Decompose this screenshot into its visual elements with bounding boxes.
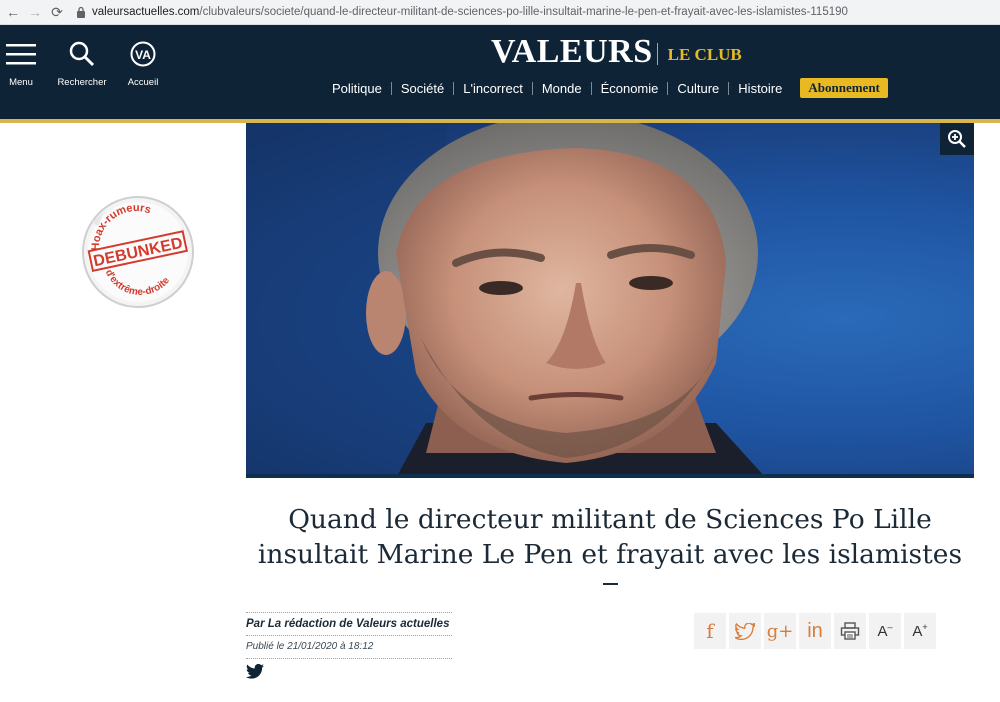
- nav-culture[interactable]: Culture: [668, 81, 728, 96]
- font-increase-button[interactable]: A+: [904, 613, 936, 649]
- print-button[interactable]: [834, 613, 866, 649]
- lock-icon: [77, 6, 85, 18]
- nav-monde[interactable]: Monde: [533, 81, 591, 96]
- logo-divider: [656, 43, 662, 65]
- url-path: /clubvaleurs/societe/quand-le-directeur-…: [199, 6, 848, 18]
- svg-text:VA: VA: [135, 48, 151, 62]
- title-line-1: Quand le directeur militant de Sciences …: [288, 504, 932, 535]
- reload-icon[interactable]: ⟳: [48, 3, 66, 21]
- zoom-button[interactable]: [940, 123, 974, 155]
- forward-arrow-icon[interactable]: →: [26, 3, 44, 21]
- hero-image: [246, 123, 974, 478]
- debunked-stamp: Hoax-rumeurs DEBUNKED d'extrême-droite: [82, 196, 194, 308]
- search-button[interactable]: Rechercher: [57, 25, 107, 95]
- nav-societe[interactable]: Société: [392, 81, 453, 96]
- nav-lincorrect[interactable]: L'incorrect: [454, 81, 532, 96]
- title-dash: [603, 583, 618, 585]
- va-home-icon: VA: [130, 41, 156, 67]
- zoom-in-icon: [948, 130, 966, 148]
- browser-bar: ← → ⟳ valeursactuelles.com/clubvaleurs/s…: [0, 0, 1000, 25]
- share-bar: f g+ in A– A+: [694, 613, 936, 649]
- twitter-outline-icon: [735, 622, 755, 640]
- linkedin-icon: in: [807, 619, 823, 642]
- home-button[interactable]: VA Accueil: [125, 25, 161, 95]
- twitter-share-button[interactable]: [729, 613, 761, 649]
- search-icon: [69, 41, 95, 67]
- nav-politique[interactable]: Politique: [323, 81, 391, 96]
- article-author[interactable]: Par La rédaction de Valeurs actuelles: [246, 613, 452, 635]
- title-line-2: insultait Marine Le Pen et frayait avec …: [257, 539, 963, 570]
- search-label: Rechercher: [57, 77, 107, 88]
- subscribe-button[interactable]: Abonnement: [800, 78, 888, 98]
- print-icon: [840, 622, 860, 640]
- font-decrease-icon: A–: [877, 622, 893, 640]
- google-plus-icon: g+: [766, 620, 794, 642]
- site-header: Menu Rechercher VA Accueil VALEURS LE CL…: [0, 25, 1000, 123]
- menu-label: Menu: [9, 77, 33, 88]
- back-arrow-icon[interactable]: ←: [4, 3, 22, 21]
- site-logo[interactable]: VALEURS LE CLUB: [491, 35, 742, 69]
- twitter-icon[interactable]: [246, 663, 264, 679]
- article-meta: Par La rédaction de Valeurs actuelles Pu…: [246, 612, 452, 684]
- facebook-icon: f: [706, 619, 714, 643]
- hero-bottom-edge: [246, 474, 974, 478]
- logo-club-text: LE CLUB: [667, 44, 742, 64]
- linkedin-share-button[interactable]: in: [799, 613, 831, 649]
- nav-economie[interactable]: Économie: [592, 81, 668, 96]
- article-title: Quand le directeur militant de Sciences …: [246, 502, 974, 572]
- url-host: valeursactuelles.com: [92, 6, 200, 18]
- publish-date: Publié le 21/01/2020 à 18:12: [246, 641, 374, 652]
- main-nav: Politique Société L'incorrect Monde Écon…: [323, 77, 888, 99]
- address-bar[interactable]: valeursactuelles.com/clubvaleurs/societe…: [76, 6, 848, 18]
- menu-button[interactable]: Menu: [6, 25, 36, 95]
- google-plus-share-button[interactable]: g+: [764, 613, 796, 649]
- logo-text: VALEURS: [491, 33, 653, 70]
- home-label: Accueil: [127, 77, 159, 88]
- hamburger-icon: [6, 44, 36, 65]
- nav-histoire[interactable]: Histoire: [729, 81, 791, 96]
- facebook-share-button[interactable]: f: [694, 613, 726, 649]
- font-decrease-button[interactable]: A–: [869, 613, 901, 649]
- portrait-illustration: [246, 123, 766, 478]
- font-increase-icon: A+: [912, 622, 928, 640]
